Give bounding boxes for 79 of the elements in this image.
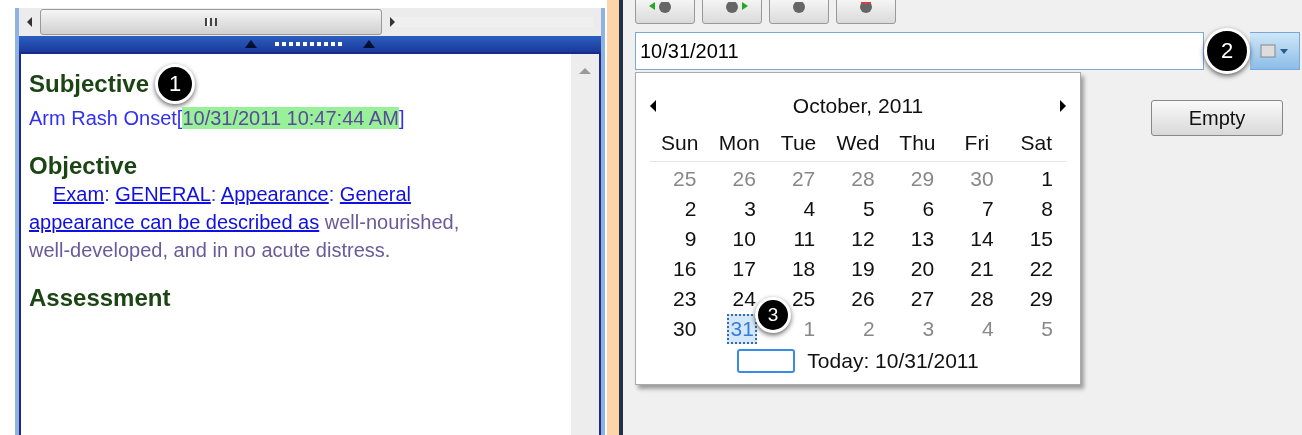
calendar-icon	[1259, 43, 1290, 59]
calendar-day[interactable]: 28	[850, 164, 876, 194]
calendar-day[interactable]: 1	[802, 314, 817, 344]
calendar-day[interactable]: 2	[862, 314, 876, 344]
calendar-day[interactable]: 11	[792, 224, 817, 254]
calendar-day[interactable]: 17	[731, 254, 757, 284]
calendar-day[interactable]: 29	[1028, 284, 1054, 314]
step-callout: 3	[755, 297, 791, 333]
calendar-day[interactable]: 4	[980, 314, 995, 344]
note-link[interactable]: General	[339, 183, 411, 205]
step-callout: 2	[1204, 28, 1250, 74]
calendar-day[interactable]: 10	[731, 224, 757, 254]
weekday-label: Mon	[717, 131, 761, 156]
calendar-day[interactable]: 21	[969, 254, 995, 284]
calendar-day[interactable]: 27	[909, 284, 936, 314]
next-month-icon[interactable]	[1060, 100, 1066, 112]
toolbar-button[interactable]	[635, 0, 695, 24]
calendar-day[interactable]: 6	[921, 194, 936, 224]
grip-icon	[205, 18, 217, 26]
calendar-day[interactable]: 4	[802, 194, 817, 224]
calendar-day[interactable]: 3	[921, 314, 936, 344]
date-field[interactable]: 10/31/2011	[635, 32, 1204, 70]
weekday-label: Tue	[779, 131, 818, 156]
splitter-arrow-icon	[245, 40, 257, 48]
note-link[interactable]: Appearance	[220, 183, 329, 205]
calendar-day[interactable]: 5	[1040, 314, 1054, 344]
weekday-label: Fri	[963, 131, 991, 156]
previous-month-icon[interactable]	[650, 100, 656, 112]
calendar-day[interactable]: 30	[672, 314, 698, 344]
splitter-grip-icon	[275, 42, 345, 46]
calendar-day[interactable]: 27	[790, 164, 817, 194]
calendar-day[interactable]: 2	[683, 194, 698, 224]
calendar-day[interactable]: 22	[1028, 254, 1054, 284]
calendar-day[interactable]: 1	[1040, 164, 1054, 194]
section-heading: Subjective	[29, 70, 150, 98]
toolbar-button[interactable]	[702, 0, 762, 24]
calendar-day[interactable]: 20	[909, 254, 936, 284]
note-link[interactable]: Exam	[53, 183, 105, 205]
note-text: Arm Rash Onset[10/31/2011 10:47:44 AM]	[29, 106, 406, 131]
toolbar-button[interactable]	[836, 0, 896, 24]
calendar-day[interactable]: 12	[850, 224, 876, 254]
weekday-label: Wed	[835, 131, 881, 156]
toolbar-button[interactable]	[769, 0, 829, 24]
calendar-day[interactable]: 7	[980, 194, 995, 224]
calendar-day[interactable]: 26	[731, 164, 757, 194]
calendar-day[interactable]: 16	[672, 254, 698, 284]
scroll-left-icon[interactable]	[27, 17, 32, 27]
calendar-day[interactable]: 8	[1040, 194, 1054, 224]
calendar-day[interactable]: 9	[683, 224, 698, 254]
empty-button[interactable]: Empty	[1151, 100, 1283, 136]
calendar-day[interactable]: 13	[909, 224, 936, 254]
splitter-arrow-icon	[363, 40, 375, 48]
calendar-day[interactable]: 23	[672, 284, 698, 314]
calendar-day[interactable]: 3	[743, 194, 757, 224]
month-title: October, 2011	[792, 94, 924, 118]
calendar-day[interactable]: 25	[790, 284, 817, 314]
note-link[interactable]: GENERAL	[115, 183, 211, 205]
weekday-label: Thu	[898, 131, 937, 156]
section-heading: Objective	[29, 152, 138, 180]
calendar-day[interactable]: 26	[850, 284, 876, 314]
note-text: Exam: GENERAL: Appearance: General appearance can be described as well-nourished, well-developed, and in no acute distress.	[29, 182, 461, 263]
calendar-day[interactable]: 14	[969, 224, 995, 254]
today-link[interactable]: Today: 10/31/2011	[807, 349, 979, 373]
calendar-day[interactable]: 5	[862, 194, 876, 224]
calendar-day[interactable]: 28	[969, 284, 995, 314]
section-heading: Assessment	[29, 284, 171, 312]
calendar-day[interactable]: 19	[850, 254, 876, 284]
scrollbar-thumb[interactable]	[40, 9, 382, 35]
vertical-scrollbar[interactable]	[571, 54, 599, 435]
calendar-day[interactable]: 15	[1028, 224, 1054, 254]
calendar-day[interactable]: 29	[909, 164, 936, 194]
today-marker-icon	[737, 349, 796, 373]
calendar-day[interactable]: 18	[790, 254, 817, 284]
weekday-label: Sun	[660, 131, 700, 156]
note-link[interactable]: appearance can be described as	[29, 211, 320, 233]
calendar-day[interactable]: 25	[672, 164, 698, 194]
calendar-day[interactable]: 30	[969, 164, 995, 194]
calendar-day[interactable]: 24	[731, 284, 757, 314]
weekday-label: Sat	[1019, 131, 1054, 156]
